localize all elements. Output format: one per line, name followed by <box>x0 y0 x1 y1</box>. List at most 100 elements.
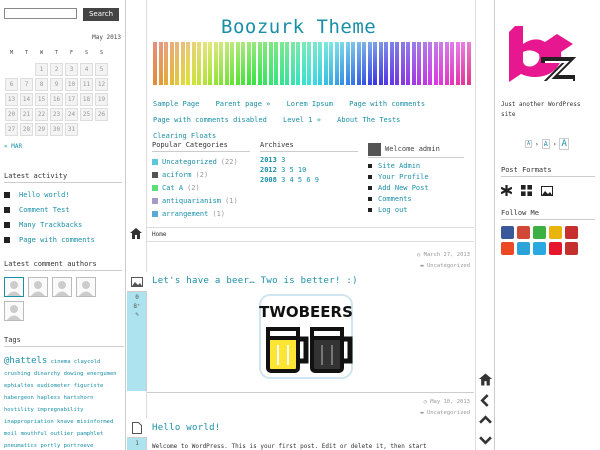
tag-link[interactable]: outlier <box>50 431 73 437</box>
search-button[interactable]: Search <box>83 8 119 21</box>
category-name[interactable]: Cat A <box>162 184 183 192</box>
nav-item[interactable]: Page with comments <box>349 96 425 112</box>
category-name[interactable]: antiquarianism <box>162 197 221 205</box>
tag-link[interactable]: ephialtes <box>4 383 34 389</box>
tag-link[interactable]: claycold <box>74 359 101 365</box>
tag-link[interactable]: eudiometer <box>37 383 70 389</box>
home-icon[interactable] <box>479 373 492 386</box>
tag-link[interactable]: habergeon <box>4 395 34 401</box>
font-size-large[interactable]: A <box>559 138 569 150</box>
tag-link[interactable]: hapless <box>37 395 60 401</box>
nav-item[interactable]: Level 1 » <box>283 112 321 128</box>
activity-link[interactable]: Comment Test <box>19 206 70 214</box>
weibo-icon[interactable] <box>549 242 562 255</box>
tag-link[interactable]: cinema <box>51 359 71 365</box>
archive-months[interactable]: 3 5 10 <box>281 166 306 174</box>
google-plus-icon[interactable] <box>517 226 530 239</box>
post-category[interactable]: ▬ Uncategorized <box>417 261 470 272</box>
main-nav: Sample Page Parent page » Lorem Ipsum Pa… <box>153 96 473 144</box>
tag-link[interactable]: dinarchy <box>34 371 61 377</box>
activity-link[interactable]: Page with comments <box>19 236 95 244</box>
edit-icon[interactable]: ✎ <box>127 311 147 318</box>
category-name[interactable]: Uncategorized <box>162 158 217 166</box>
delicious-icon[interactable] <box>549 226 562 239</box>
tag-link[interactable]: inappropriation <box>4 419 54 425</box>
admin-link[interactable]: Log out <box>368 204 464 215</box>
activity-link[interactable]: Hello world! <box>19 191 70 199</box>
nav-item[interactable]: Parent page » <box>216 96 271 112</box>
tag-link[interactable]: crushing <box>4 371 31 377</box>
nav-item[interactable]: Sample Page <box>153 96 199 112</box>
archive-months[interactable]: 3 <box>281 156 285 164</box>
nav-item[interactable]: About The Tests <box>337 112 400 128</box>
nav-item[interactable]: Page with comments disabled <box>153 112 267 128</box>
avatar[interactable] <box>28 277 48 297</box>
archive-year[interactable]: 2013 <box>260 156 277 164</box>
archive-months[interactable]: 3 4 5 6 9 <box>281 176 319 184</box>
tag-link[interactable]: figuriste <box>74 383 104 389</box>
category-item[interactable]: Cat A (2) <box>152 181 250 194</box>
tag-link[interactable]: mouthful <box>21 431 48 437</box>
category-item[interactable]: antiquarianism (1) <box>152 194 250 207</box>
avatar[interactable] <box>52 277 72 297</box>
youtube-icon[interactable] <box>565 242 578 255</box>
tag-link[interactable]: knave <box>57 419 74 425</box>
site-title[interactable]: Boozurk Theme <box>221 16 376 38</box>
tag-link[interactable]: misinformed <box>77 419 113 425</box>
archive-year[interactable]: 2008 <box>260 176 277 184</box>
calendar-prev-link[interactable]: « MAR <box>4 143 22 150</box>
site-logo[interactable] <box>501 22 581 90</box>
share-icon[interactable]: 8⁺ <box>127 303 147 310</box>
archive-year[interactable]: 2012 <box>260 166 277 174</box>
header-stripe <box>439 42 443 85</box>
home-icon[interactable] <box>130 228 142 239</box>
chevron-left-icon[interactable] <box>479 394 492 407</box>
font-size-medium[interactable]: A <box>541 139 550 149</box>
at-icon[interactable] <box>517 242 530 255</box>
gallery-icon[interactable] <box>521 185 532 196</box>
nav-item[interactable]: Lorem Ipsum <box>287 96 333 112</box>
avatar[interactable] <box>4 277 24 297</box>
twitter-icon[interactable] <box>533 242 546 255</box>
category-item[interactable]: Uncategorized (22) <box>152 155 250 168</box>
tag-link[interactable]: moil <box>4 431 17 437</box>
category-item[interactable]: arrangement (1) <box>152 207 250 220</box>
tag-link[interactable]: impregnability <box>37 407 83 413</box>
tag-link[interactable]: portreeve <box>64 443 94 449</box>
admin-link[interactable]: Add New Post <box>368 182 464 193</box>
breadcrumb-home-link[interactable]: Home <box>152 231 166 238</box>
deviantart-icon[interactable] <box>565 226 578 239</box>
tag-link[interactable]: hartshorn <box>64 395 94 401</box>
tag-link[interactable]: pneumatics <box>4 443 37 449</box>
asterisk-icon[interactable] <box>501 185 512 196</box>
tag-link[interactable]: @hattels <box>4 356 47 366</box>
comment-count[interactable]: 0 <box>127 294 147 301</box>
tag-link[interactable]: dowing <box>64 371 84 377</box>
image-icon[interactable] <box>541 185 553 196</box>
chevron-up-icon[interactable] <box>479 414 492 427</box>
tag-link[interactable]: hostility <box>4 407 34 413</box>
activity-link[interactable]: Many Trackbacks <box>19 221 82 229</box>
tag-link[interactable]: portly <box>40 443 60 449</box>
admin-link[interactable]: Comments <box>368 193 464 204</box>
post-title[interactable]: Let's have a beer… Two is better! :) <box>152 276 358 286</box>
admin-link[interactable]: Your Profile <box>368 171 464 182</box>
avatar[interactable] <box>76 277 96 297</box>
category-item[interactable]: aciform (2) <box>152 168 250 181</box>
clover-icon[interactable] <box>533 226 546 239</box>
breadcrumb: Home <box>147 227 474 242</box>
comment-count[interactable]: 1 <box>127 440 147 447</box>
post-category[interactable]: ▬ Uncategorized <box>420 408 470 419</box>
chevron-down-icon[interactable] <box>479 433 492 446</box>
avatar[interactable] <box>4 301 24 321</box>
post-title[interactable]: Hello world! <box>152 423 221 433</box>
tag-link[interactable]: pamphlet <box>77 431 104 437</box>
category-name[interactable]: aciform <box>162 171 192 179</box>
facebook-icon[interactable] <box>501 226 514 239</box>
category-name[interactable]: arrangement <box>162 210 208 218</box>
search-input[interactable] <box>4 8 77 19</box>
tag-link[interactable]: energumen <box>87 371 117 377</box>
font-size-small[interactable]: A <box>525 140 533 148</box>
stumbleupon-icon[interactable] <box>501 242 514 255</box>
admin-link[interactable]: Site Admin <box>368 160 464 171</box>
